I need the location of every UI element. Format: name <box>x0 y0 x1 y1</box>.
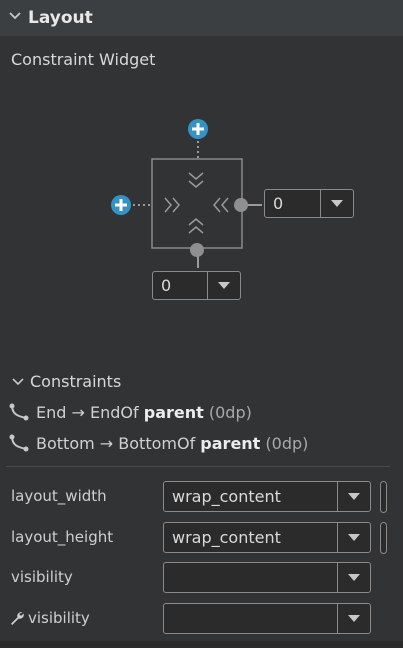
right-margin-dropdown[interactable]: 0 <box>264 189 354 218</box>
chevron-down-icon[interactable] <box>9 10 21 22</box>
section-title-layout: Layout <box>28 8 93 28</box>
arrow-right-icon: → <box>99 433 114 453</box>
layout-width-attr-toggle[interactable] <box>380 481 387 513</box>
layout-height-attr-toggle[interactable] <box>380 522 387 554</box>
tools-visibility-dropdown[interactable] <box>163 603 371 634</box>
constraint-row-end[interactable]: End → EndOf parent (0dp) <box>8 402 252 422</box>
constraint-parent: parent <box>143 402 204 422</box>
add-top-constraint-icon[interactable] <box>188 119 208 139</box>
layout-height-value: wrap_content <box>172 528 281 547</box>
constraint-name: End <box>36 402 67 422</box>
constraint-link-icon <box>9 403 29 421</box>
wrench-icon <box>11 612 24 625</box>
layout-width-label: layout_width <box>11 487 107 505</box>
dropdown-arrow-icon[interactable] <box>207 272 240 299</box>
layout-height-label: layout_height <box>11 528 114 546</box>
bottom-margin-value: 0 <box>161 276 172 295</box>
dropdown-arrow-icon[interactable] <box>337 604 370 633</box>
constraint-widget-title: Constraint Widget <box>11 50 156 69</box>
constraint-target: BottomOf <box>118 433 196 453</box>
visibility-dropdown[interactable] <box>163 562 371 593</box>
dropdown-arrow-icon[interactable] <box>337 482 370 511</box>
chevron-down-icon[interactable] <box>12 377 24 387</box>
constraint-name: Bottom <box>36 433 95 453</box>
constraint-target: EndOf <box>90 402 139 422</box>
bottom-margin-dropdown[interactable]: 0 <box>152 271 241 300</box>
constraint-link-icon <box>9 434 29 452</box>
layout-height-dropdown[interactable]: wrap_content <box>163 522 371 553</box>
right-margin-value: 0 <box>273 194 284 213</box>
visibility-label: visibility <box>11 568 73 586</box>
dropdown-arrow-icon[interactable] <box>337 563 370 592</box>
constraints-toggle[interactable]: Constraints <box>12 372 121 391</box>
dropdown-arrow-icon[interactable] <box>320 190 353 217</box>
layout-width-value: wrap_content <box>172 487 281 506</box>
tools-visibility-text: visibility <box>28 609 90 627</box>
panel-bottom-edge <box>0 641 403 648</box>
layout-section-header[interactable]: Layout <box>0 0 403 37</box>
add-left-constraint-icon[interactable] <box>111 195 131 215</box>
tools-visibility-label: visibility <box>9 609 90 627</box>
layout-width-dropdown[interactable]: wrap_content <box>163 481 371 512</box>
dropdown-arrow-icon[interactable] <box>337 523 370 552</box>
constraint-margin: (0dp) <box>265 433 309 453</box>
arrow-right-icon: → <box>71 402 85 422</box>
constraint-row-bottom[interactable]: Bottom → BottomOf parent (0dp) <box>8 433 308 453</box>
constraints-label: Constraints <box>30 372 122 391</box>
constraint-margin: (0dp) <box>208 402 252 422</box>
divider <box>6 466 390 467</box>
constraint-parent: parent <box>200 433 261 453</box>
